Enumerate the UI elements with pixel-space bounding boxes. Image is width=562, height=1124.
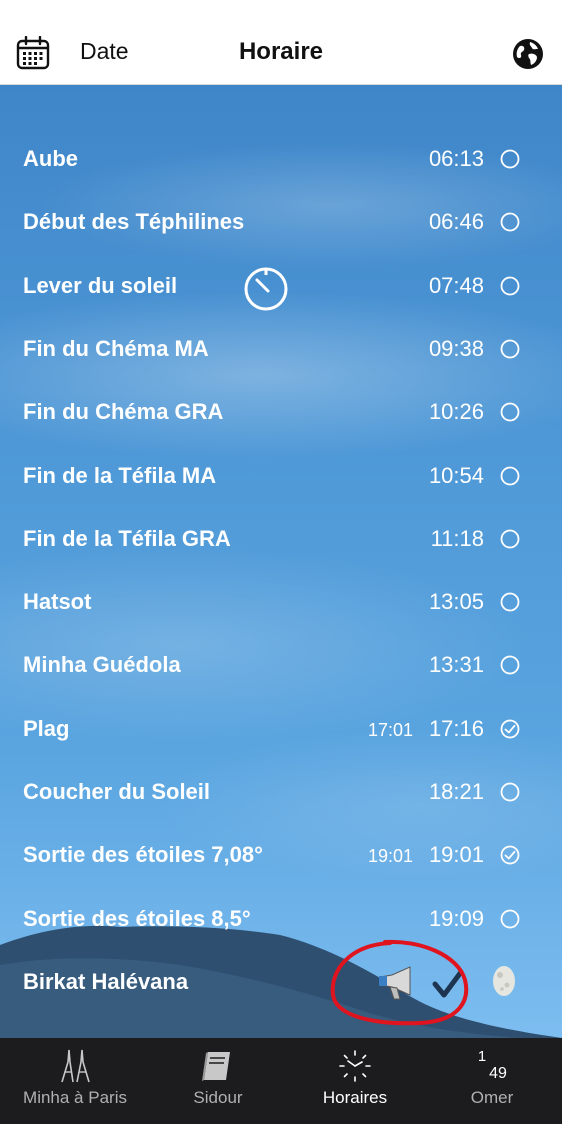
tab-label: Minha à Paris [23, 1088, 127, 1107]
date-button[interactable]: Date [80, 38, 129, 65]
zman-time: 17:16 [428, 715, 484, 741]
zman-row[interactable]: Hatsot 13:05 [0, 573, 562, 633]
calendar-icon[interactable] [16, 35, 50, 70]
zman-time: 06:13 [428, 146, 484, 171]
tab-omer[interactable]: 1 49 Omer [422, 1038, 562, 1124]
empty-circle-icon[interactable] [500, 909, 520, 929]
clock-icon [335, 1048, 375, 1084]
empty-circle-icon[interactable] [500, 339, 520, 359]
zman-row[interactable]: Début des Téphilines 06:46 [0, 193, 562, 253]
zman-label: Sortie des étoiles 7,08° [23, 842, 263, 868]
zman-row[interactable]: Plag 17:01 17:16 [0, 700, 562, 760]
tab-label: Horaires [322, 1088, 388, 1107]
page-title: Horaire [238, 38, 324, 65]
empty-circle-icon[interactable] [500, 655, 520, 675]
zman-label: Fin du Chéma GRA [23, 399, 224, 425]
omer-week: 1 [477, 1048, 487, 1065]
zman-time: 10:26 [428, 399, 484, 425]
empty-circle-icon[interactable] [500, 592, 520, 612]
zman-time: 19:09 [428, 905, 484, 931]
empty-circle-icon[interactable] [500, 466, 520, 486]
zman-label: Début des Téphilines [23, 209, 245, 235]
zman-row[interactable]: Fin du Chéma MA 09:38 [0, 320, 562, 380]
zman-row[interactable]: Sortie des étoiles 7,08° 19:01 19:01 [0, 826, 562, 886]
birkat-label: Birkat Halévana [23, 969, 189, 994]
zman-time: 06:46 [428, 209, 484, 235]
zman-time: 13:05 [428, 589, 484, 615]
zman-label: Hatsot [23, 589, 92, 615]
zman-label: Fin de la Téfila MA [23, 462, 217, 488]
book-icon [198, 1048, 238, 1084]
top-bar: Date Horaire [0, 0, 562, 85]
checked-circle-icon[interactable] [500, 845, 520, 865]
moon-icon[interactable] [490, 963, 518, 999]
zman-label: Fin de la Téfila GRA [23, 525, 231, 551]
zman-row[interactable]: Minha Guédola 13:31 [0, 636, 562, 696]
tab-bar: Minha à Paris Sidour Horaires 1 49 Omer [0, 1038, 562, 1124]
birkat-row[interactable]: Birkat Halévana [0, 953, 562, 1013]
zman-time: 19:01 [428, 842, 484, 868]
omer-day: 49 [489, 1065, 507, 1082]
zman-label: Lever du soleil [23, 272, 178, 298]
zman-row[interactable]: Fin de la Téfila MA 10:54 [0, 447, 562, 507]
zman-time: 18:21 [428, 779, 484, 804]
zman-alt-time: 19:01 [367, 846, 413, 867]
empty-circle-icon[interactable] [500, 276, 520, 296]
zman-time: 09:38 [428, 335, 484, 361]
timer-icon[interactable] [243, 266, 289, 312]
zman-row[interactable]: Sortie des étoiles 8,5° 19:09 [0, 890, 562, 950]
zman-time: 13:31 [428, 652, 484, 678]
zman-row[interactable]: Aube 06:13 [0, 130, 562, 190]
zmanim-panel: Aube 06:13 Début des Téphilines 06:46 Lever … [0, 85, 562, 1038]
zman-label: Coucher du Soleil [23, 779, 211, 804]
empty-circle-icon[interactable] [500, 149, 520, 169]
zman-time: 07:48 [428, 272, 484, 298]
zman-row[interactable]: Fin du Chéma GRA 10:26 [0, 383, 562, 443]
tab-sidour[interactable]: Sidour [148, 1038, 288, 1124]
megaphone-icon[interactable] [376, 965, 418, 1001]
zman-alt-time: 17:01 [367, 719, 413, 740]
globe-icon[interactable] [511, 37, 545, 71]
tab-label: Sidour [193, 1088, 243, 1107]
empty-circle-icon[interactable] [500, 402, 520, 422]
zman-row[interactable]: Fin de la Téfila GRA 11:18 [0, 510, 562, 570]
app-screen: Date Horaire Aube 06:13 Début des Téphilin… [0, 0, 562, 1124]
tab-label: Omer [470, 1088, 514, 1107]
zman-time: 11:18 [430, 525, 484, 551]
zman-label: Sortie des étoiles 8,5° [23, 905, 251, 931]
zman-label: Minha Guédola [23, 652, 181, 678]
zman-label: Fin du Chéma MA [23, 335, 209, 361]
zman-time: 10:54 [428, 462, 484, 488]
tab-horaires[interactable]: Horaires [285, 1038, 425, 1124]
empty-circle-icon[interactable] [500, 212, 520, 232]
zman-label: Aube [23, 146, 78, 171]
eiffel-tower-icon [55, 1048, 95, 1084]
zman-row[interactable]: Coucher du Soleil 18:21 [0, 763, 562, 823]
checkmark-icon[interactable] [432, 969, 464, 999]
zman-label: Plag [23, 715, 70, 741]
checked-circle-icon[interactable] [500, 719, 520, 739]
empty-circle-icon[interactable] [500, 529, 520, 549]
tab-minha-paris[interactable]: Minha à Paris [5, 1038, 145, 1124]
empty-circle-icon[interactable] [500, 782, 520, 802]
